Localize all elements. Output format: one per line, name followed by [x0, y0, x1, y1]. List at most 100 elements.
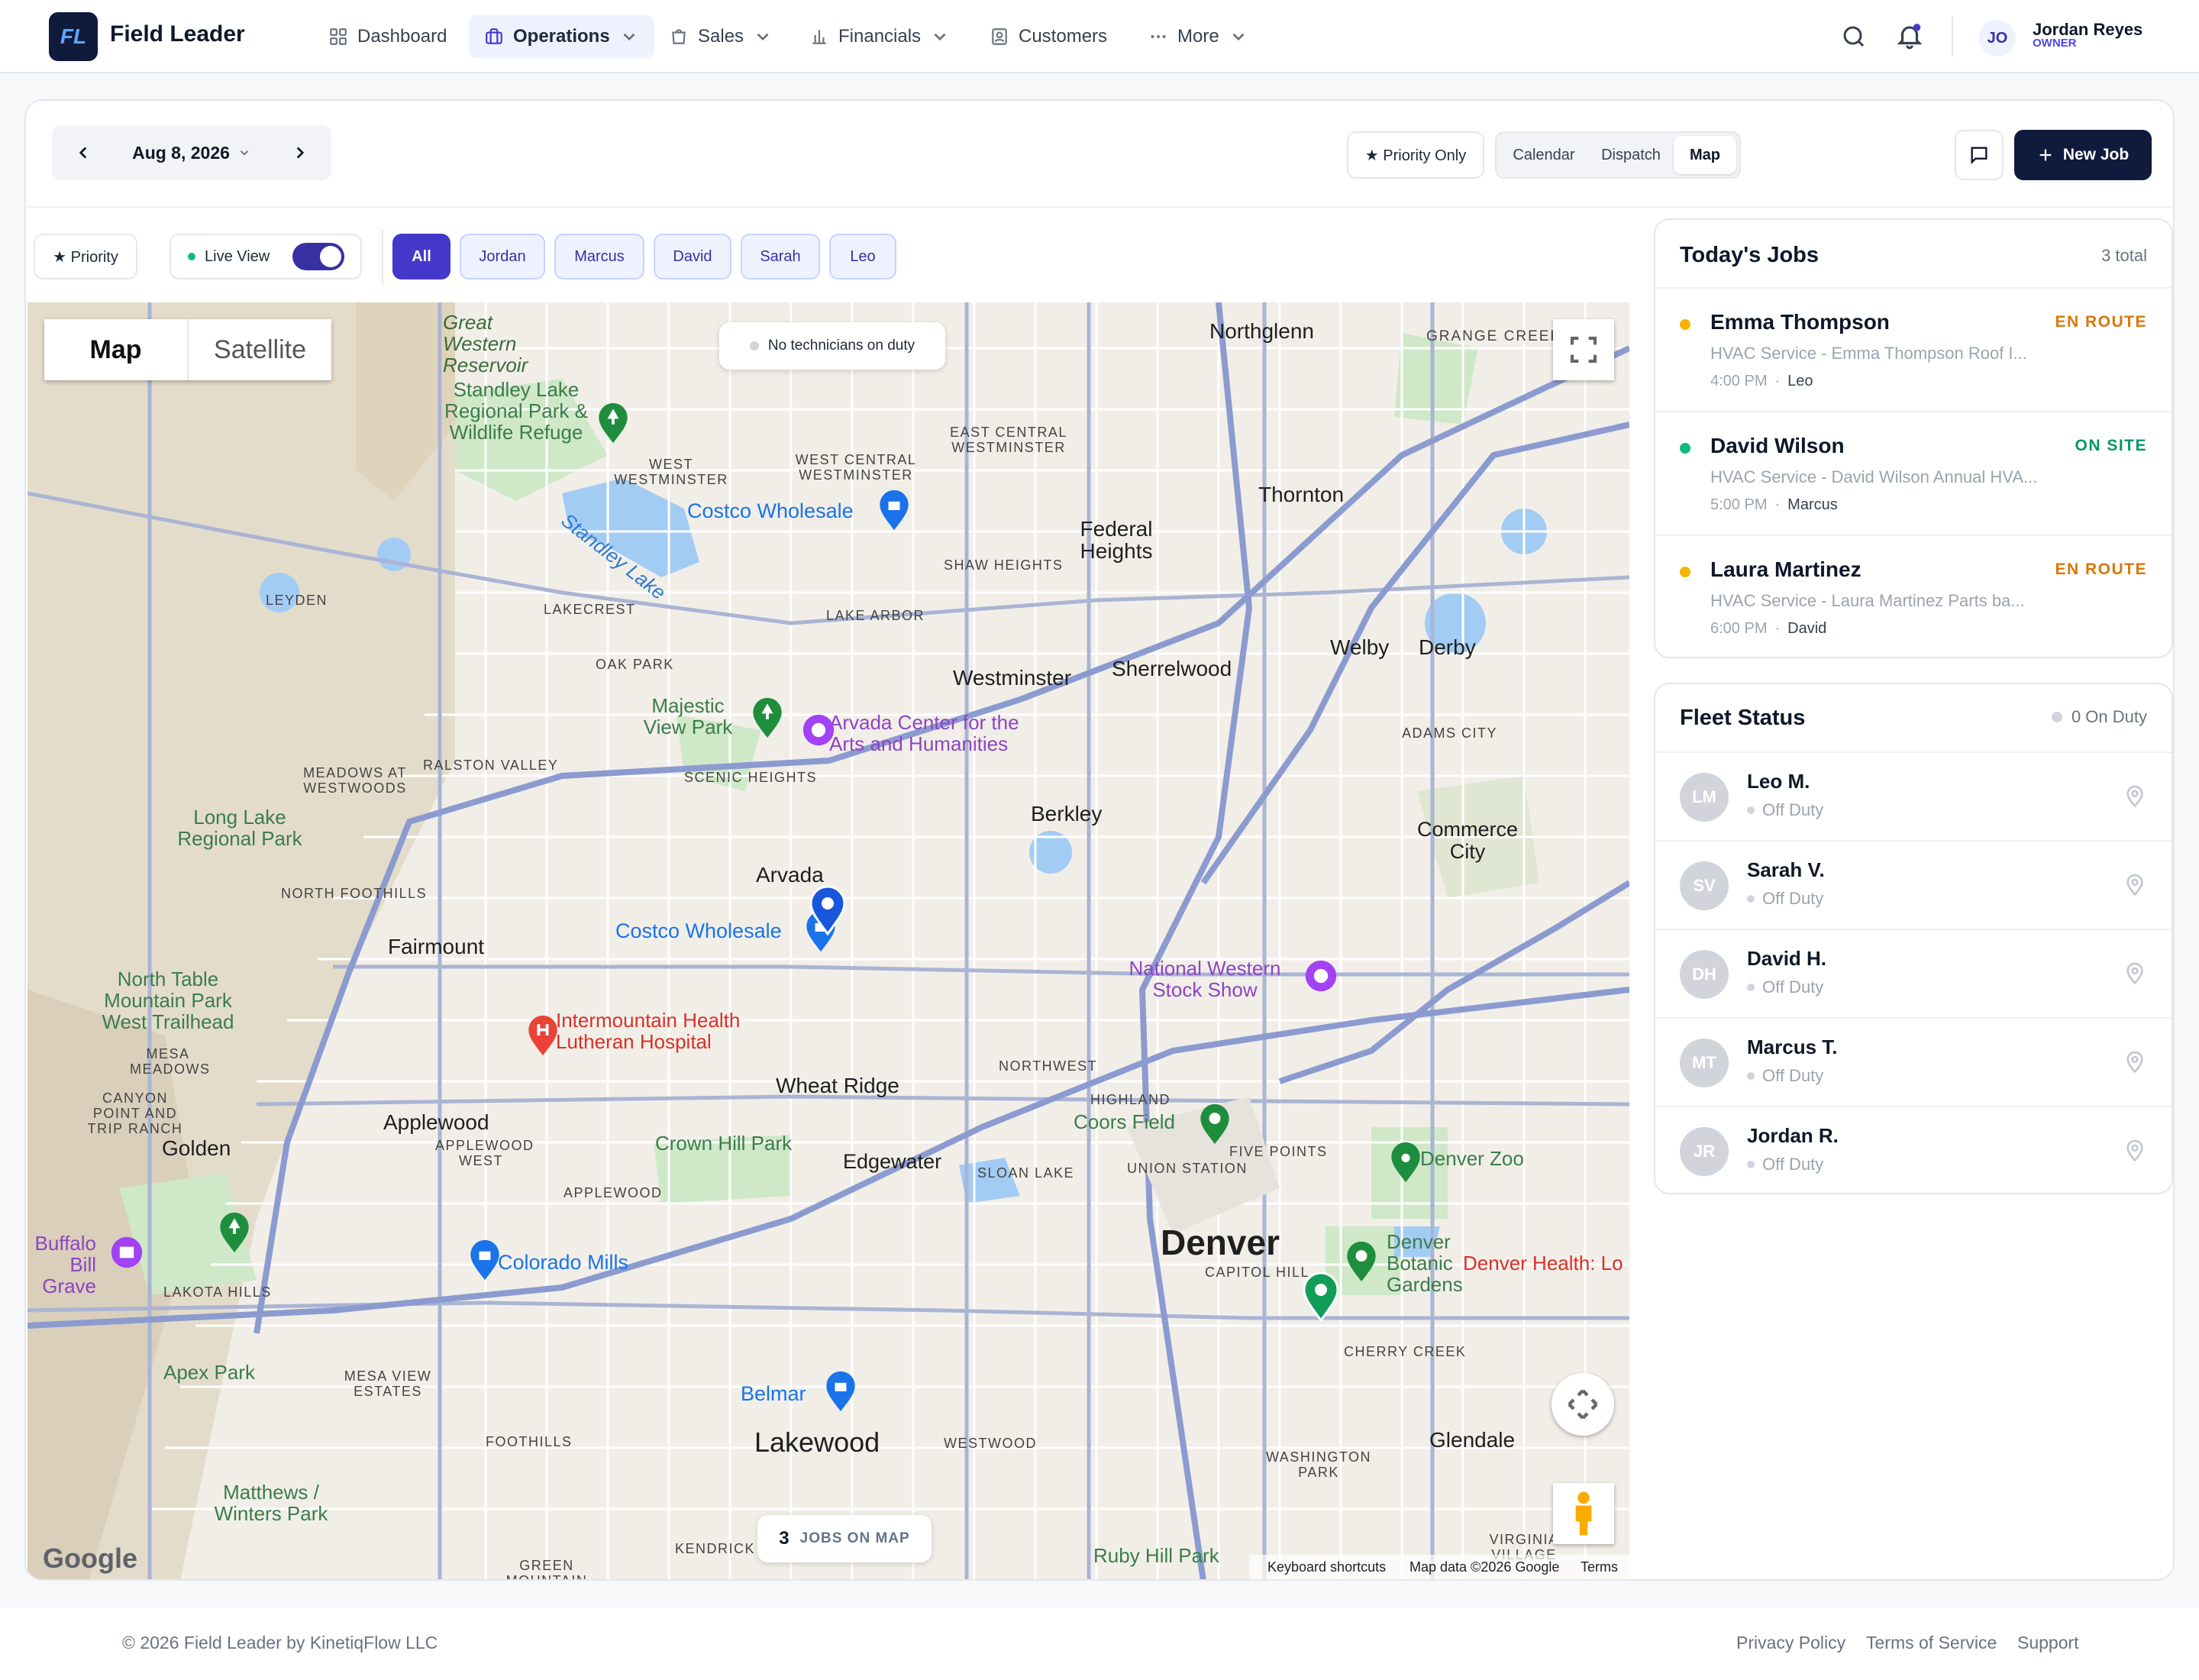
job-description: HVAC Service - Laura Martinez Parts ba..… — [1710, 591, 2025, 610]
tech-filter-sarah[interactable]: Sarah — [741, 234, 820, 279]
tab-dispatch[interactable]: Dispatch — [1588, 136, 1674, 174]
chevron-left-icon[interactable] — [73, 143, 93, 163]
map-label: KENDRICK — [675, 1541, 756, 1556]
messages-button[interactable] — [1955, 130, 2004, 180]
hospital-marker-icon[interactable] — [525, 1014, 560, 1057]
live-view-toggle[interactable] — [292, 243, 345, 270]
locate-pin-icon[interactable] — [2123, 1049, 2147, 1074]
job-time: 4:00 PM — [1710, 373, 1768, 389]
map-pan-control[interactable] — [1552, 1373, 1614, 1436]
shopping-marker-icon[interactable] — [877, 489, 912, 531]
map-label: Majestic View Park — [643, 694, 733, 738]
user-avatar[interactable]: JO — [1979, 20, 2016, 57]
nav-customers[interactable]: Customers — [974, 15, 1122, 58]
locate-pin-icon[interactable] — [2123, 872, 2147, 897]
garden-marker-icon[interactable] — [1344, 1240, 1379, 1283]
tech-filter-david[interactable]: David — [654, 234, 731, 279]
on-duty-label: 0 On Duty — [2071, 707, 2147, 726]
nav-financials[interactable]: Financials — [794, 15, 965, 58]
chevron-down-icon — [240, 150, 249, 156]
job-row[interactable]: Laura Martinez EN ROUTE HVAC Service - Lau… — [1655, 535, 2172, 657]
tech-filter-jordan[interactable]: Jordan — [460, 234, 545, 279]
museum-marker-icon[interactable] — [110, 1236, 144, 1269]
status-dot-icon — [1747, 1161, 1755, 1168]
map-terms-link[interactable]: Terms — [1581, 1559, 1618, 1575]
job-status-dot-icon — [1680, 319, 1690, 330]
job-pin-icon[interactable] — [1303, 1272, 1339, 1323]
shopping-marker-icon[interactable] — [467, 1239, 502, 1281]
new-job-button[interactable]: New Job — [2014, 130, 2152, 180]
app-logo[interactable]: FL — [49, 12, 98, 61]
pegman-icon — [1575, 1491, 1592, 1536]
nav-label: Financials — [838, 26, 922, 47]
fleet-row[interactable]: MT Marcus T. Off Duty — [1655, 1017, 2172, 1106]
zoo-marker-icon[interactable] — [1388, 1141, 1423, 1184]
nav-operations[interactable]: Operations — [469, 15, 654, 58]
event-marker-icon[interactable] — [1304, 959, 1338, 993]
footer: © 2026 Field Leader by KinetiqFlow LLC P… — [0, 1608, 2199, 1680]
brand-name[interactable]: Field Leader — [110, 21, 245, 47]
shopping-marker-icon[interactable] — [823, 1370, 858, 1413]
locate-pin-icon[interactable] — [2123, 1138, 2147, 1162]
stadium-marker-icon[interactable] — [1197, 1103, 1232, 1145]
nav-dashboard[interactable]: Dashboard — [313, 15, 462, 58]
job-row[interactable]: David Wilson ON SITE HVAC Service - David … — [1655, 411, 2172, 535]
priority-only-button[interactable]: ★ Priority Only — [1347, 131, 1484, 179]
nav-more[interactable]: More — [1133, 15, 1264, 58]
divider — [382, 229, 383, 284]
job-row[interactable]: Emma Thompson EN ROUTE HVAC Service - Emma… — [1655, 287, 2172, 411]
priority-filter[interactable]: ★ Priority — [34, 234, 137, 279]
separator-dot: · — [1774, 496, 1781, 513]
fleet-row[interactable]: SV Sarah V. Off Duty — [1655, 840, 2172, 929]
locate-pin-icon[interactable] — [2123, 961, 2147, 985]
fleet-row[interactable]: JR Jordan R. Off Duty — [1655, 1106, 2172, 1193]
chevron-right-icon[interactable] — [290, 143, 310, 163]
park-marker-icon[interactable] — [750, 696, 785, 739]
tech-filter-all[interactable]: All — [392, 234, 450, 279]
nav-label: Operations — [513, 26, 610, 47]
new-job-label: New Job — [2062, 146, 2130, 163]
date-label: Aug 8, 2026 — [132, 142, 230, 163]
tab-map[interactable]: Map — [1674, 136, 1736, 174]
park-marker-icon[interactable] — [217, 1211, 252, 1254]
tech-filter-leo[interactable]: Leo — [829, 234, 896, 279]
technician-status-label: Off Duty — [1762, 889, 1824, 908]
map-label: Lakewood — [754, 1426, 880, 1458]
tab-calendar[interactable]: Calendar — [1500, 136, 1588, 174]
map-label: CANYON POINT AND TRIP RANCH — [87, 1090, 183, 1136]
logo-text: FL — [60, 24, 87, 48]
map-label: LAKOTA HILLS — [163, 1284, 272, 1300]
map-type-map[interactable]: Map — [44, 319, 189, 380]
locate-pin-icon[interactable] — [2123, 783, 2147, 808]
map-label: SCENIC HEIGHTS — [684, 770, 818, 785]
fullscreen-button[interactable] — [1553, 319, 1614, 380]
map-label: Berkley — [1031, 802, 1103, 825]
street-view-button[interactable] — [1553, 1483, 1614, 1544]
map[interactable]: Great Western Reservoir Standley Lake Re… — [27, 302, 1629, 1579]
map-label: Denver — [1161, 1223, 1280, 1262]
date-picker[interactable]: Aug 8, 2026 — [132, 143, 251, 163]
map-label: Standley Lake Regional Park & Wildlife R… — [444, 378, 588, 444]
dashboard-icon — [330, 28, 347, 45]
fleet-row[interactable]: DH David H. Off Duty — [1655, 929, 2172, 1017]
job-meta: 6:00 PM · David — [1710, 620, 1826, 638]
support-link[interactable]: Support — [2017, 1633, 2079, 1653]
nav-sales[interactable]: Sales — [654, 15, 788, 58]
fleet-status-panel: Fleet Status 0 On Duty LM Leo M. Off Duty S… — [1654, 683, 2173, 1194]
keyboard-shortcuts-link[interactable]: Keyboard shortcuts — [1267, 1559, 1386, 1575]
fleet-status-title: Fleet Status — [1680, 706, 1806, 730]
arts-marker-icon[interactable] — [802, 713, 835, 747]
map-type-satellite[interactable]: Satellite — [189, 319, 331, 380]
park-marker-icon[interactable] — [596, 402, 631, 444]
map-label: SLOAN LAKE — [977, 1165, 1075, 1181]
job-time: 5:00 PM — [1710, 496, 1768, 513]
privacy-policy-link[interactable]: Privacy Policy — [1736, 1633, 1845, 1653]
terms-of-service-link[interactable]: Terms of Service — [1866, 1633, 1997, 1653]
bell-icon[interactable] — [1895, 21, 1924, 50]
search-icon[interactable] — [1840, 23, 1868, 50]
tech-filter-marcus[interactable]: Marcus — [554, 234, 644, 279]
map-label: WEST CENTRAL WESTMINSTER — [795, 452, 917, 483]
job-pin-icon[interactable] — [809, 886, 846, 936]
map-label: Buffalo Bill Grave — [34, 1232, 96, 1297]
fleet-row[interactable]: LM Leo M. Off Duty — [1655, 751, 2172, 840]
